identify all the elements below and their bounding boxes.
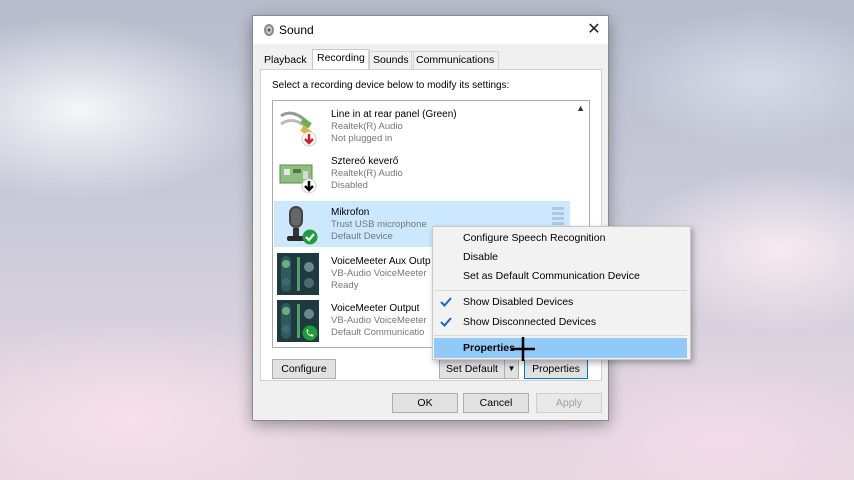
tab-sounds[interactable]: Sounds: [368, 51, 414, 70]
device-name: Line in at rear panel (Green): [331, 109, 457, 120]
tab-communications[interactable]: Communications: [411, 51, 500, 70]
instruction-text: Select a recording device below to modif…: [272, 80, 510, 91]
device-line-in[interactable]: Line in at rear panel (Green) Realtek(R)…: [274, 103, 570, 149]
checkmark-icon: [440, 297, 452, 307]
checkmark-icon: [440, 317, 452, 327]
device-status: Disabled: [331, 180, 368, 191]
menu-item-properties[interactable]: Properties: [434, 338, 687, 358]
crosshair-cursor-icon: [511, 337, 535, 361]
apply-button[interactable]: Apply: [536, 393, 602, 413]
device-status: Default Device: [331, 231, 393, 242]
menu-item-label: Show Disconnected Devices: [463, 316, 597, 328]
window-title: Sound: [279, 23, 314, 37]
menu-item-label: Configure Speech Recognition: [463, 232, 606, 244]
device-name: Mikrofon: [331, 207, 370, 218]
menu-item-label: Show Disabled Devices: [463, 296, 574, 308]
menu-item-label: Set as Default Communication Device: [463, 270, 640, 282]
menu-item-label: Properties: [463, 342, 515, 354]
device-name: Sztereó keverő: [331, 156, 399, 167]
microphone-icon: [287, 206, 318, 245]
device-driver: VB-Audio VoiceMeeter: [331, 268, 427, 279]
device-driver: VB-Audio VoiceMeeter: [331, 315, 427, 326]
menu-item-configure-speech[interactable]: Configure Speech Recognition: [434, 228, 687, 248]
device-driver: Trust USB microphone: [331, 219, 427, 230]
title-bar[interactable]: Sound ✕: [253, 16, 608, 44]
menu-separator: [434, 290, 687, 291]
device-status: Ready: [331, 280, 359, 291]
menu-item-disable[interactable]: Disable: [434, 247, 687, 267]
menu-item-show-disconnected[interactable]: Show Disconnected Devices: [434, 312, 687, 332]
scroll-up-icon[interactable]: ▲: [576, 103, 585, 113]
device-stereo-mix[interactable]: Sztereó keverő Realtek(R) Audio Disabled: [274, 150, 570, 196]
device-driver: Realtek(R) Audio: [331, 121, 403, 132]
properties-button[interactable]: Properties: [524, 359, 588, 379]
device-name: VoiceMeeter Output: [331, 303, 420, 314]
tab-recording[interactable]: Recording: [312, 49, 370, 70]
cancel-button[interactable]: Cancel: [463, 393, 529, 413]
line-in-icon: [280, 111, 317, 147]
menu-item-label: Disable: [463, 251, 499, 263]
device-status: Not plugged in: [331, 133, 393, 144]
menu-separator: [434, 335, 687, 336]
voicemeeter-icon: [277, 253, 319, 295]
set-default-button[interactable]: Set Default: [439, 359, 505, 379]
device-status: Default Communicatio: [331, 327, 425, 338]
voicemeeter-icon: [277, 300, 319, 342]
sound-dialog: Sound ✕ Playback Recording Sounds Commun…: [252, 15, 609, 421]
stereo-mix-icon: [279, 164, 317, 194]
set-default-dropdown-icon[interactable]: ▼: [504, 359, 519, 379]
device-name: VoiceMeeter Aux Outp: [331, 256, 431, 267]
tab-playback[interactable]: Playback: [260, 52, 311, 69]
close-button[interactable]: ✕: [580, 16, 608, 44]
speaker-icon: [264, 24, 274, 36]
menu-item-set-default-comm[interactable]: Set as Default Communication Device: [434, 266, 687, 286]
menu-item-show-disabled[interactable]: Show Disabled Devices: [434, 292, 687, 312]
configure-button[interactable]: Configure: [272, 359, 336, 379]
device-driver: Realtek(R) Audio: [331, 168, 403, 179]
ok-button[interactable]: OK: [392, 393, 458, 413]
context-menu: Configure Speech Recognition Disable Set…: [432, 226, 691, 360]
